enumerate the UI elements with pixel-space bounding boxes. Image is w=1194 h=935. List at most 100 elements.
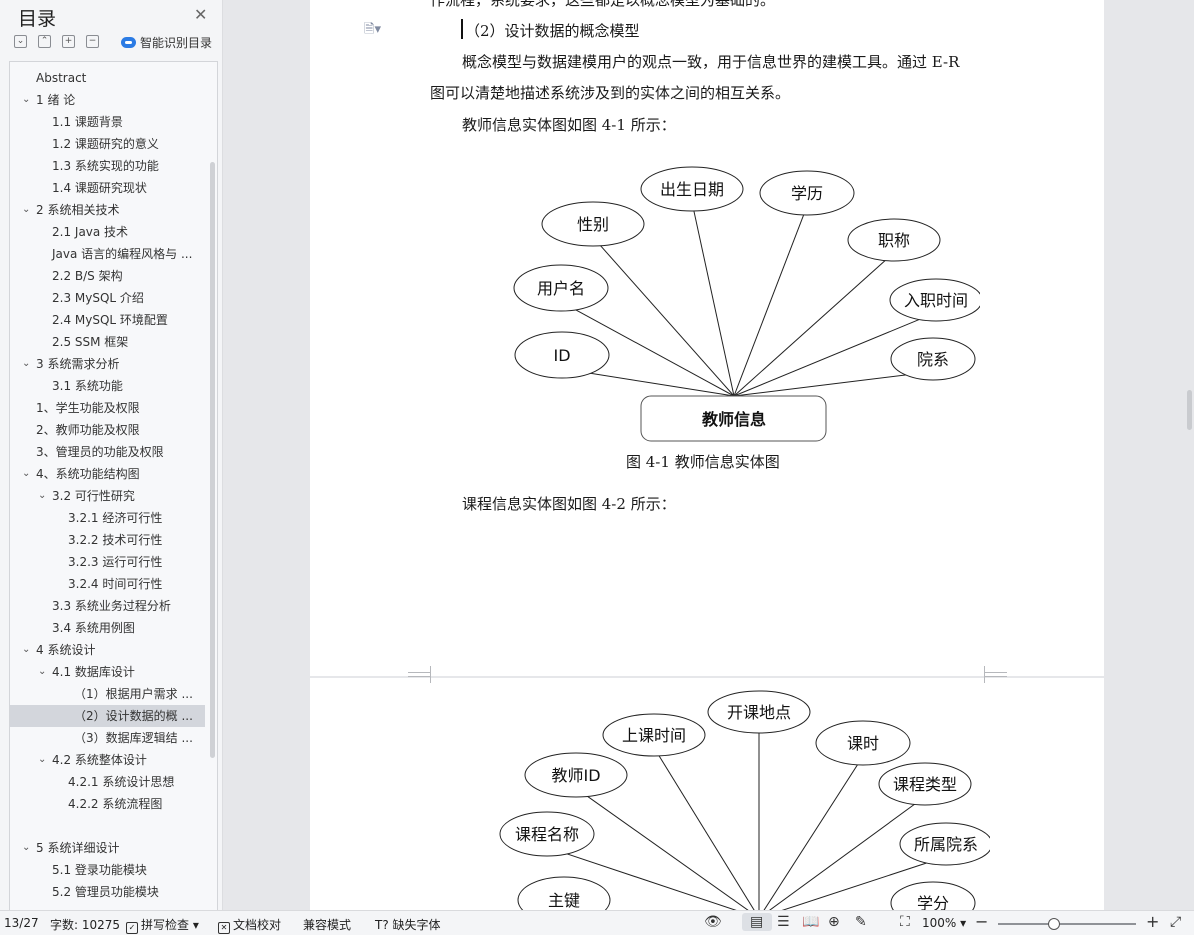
toc-item[interactable]: （2）设计数据的概 ... (10, 705, 205, 727)
remove-heading-icon[interactable]: − (86, 35, 99, 48)
fit-page-icon[interactable]: ⛶ (900, 914, 910, 930)
toc-item-label: 3.2 可行性研究 (52, 489, 135, 503)
pen-icon[interactable]: ✎ (855, 914, 867, 930)
toc-item-label: Java 语言的编程风格与 ... (52, 247, 193, 261)
zoom-select[interactable]: 100% ▾ (922, 916, 966, 930)
toc-item[interactable]: 2.3 MySQL 介绍 (10, 287, 205, 309)
chevron-down-icon[interactable]: ⌄ (38, 661, 46, 683)
toc-item-label: 2.4 MySQL 环境配置 (52, 313, 168, 327)
toc-item[interactable]: 2.1 Java 技术 (10, 221, 205, 243)
expand-all-icon[interactable]: ⌄ (14, 35, 27, 48)
attribute-label: 学历 (791, 184, 823, 203)
relation-line (763, 755, 864, 910)
text-cursor (461, 19, 463, 39)
zoom-slider-handle[interactable] (1048, 918, 1060, 930)
toc-item[interactable]: 3.1 系统功能 (10, 375, 205, 397)
toc-item[interactable]: 2、教师功能及权限 (10, 419, 205, 441)
toc-item-label: 2、教师功能及权限 (36, 423, 140, 437)
toc-item[interactable]: ⌄ 3.2 可行性研究 (10, 485, 205, 507)
crop-mark (984, 672, 1007, 683)
toc-item[interactable]: 5.1 登录功能模块 (10, 859, 205, 881)
toc-item[interactable]: 2.2 B/S 架构 (10, 265, 205, 287)
web-view-icon[interactable]: ⊕ (828, 914, 840, 930)
chevron-down-icon[interactable]: ⌄ (38, 485, 46, 507)
toc-item[interactable]: ⌄ 2 系统相关技术 (10, 199, 205, 221)
toc-item-label: （2）设计数据的概 ... (74, 709, 193, 723)
toc-item[interactable]: 3.2.3 运行可行性 (10, 551, 205, 573)
add-heading-icon[interactable]: + (62, 35, 75, 48)
toc-item[interactable]: 2.4 MySQL 环境配置 (10, 309, 205, 331)
read-mode-icon[interactable]: 📖 (802, 914, 819, 930)
attribute-label: ID (553, 346, 570, 365)
toc-item[interactable]: 3、管理员的功能及权限 (10, 441, 205, 463)
toc-item[interactable]: ⌄ 3 系统需求分析 (10, 353, 205, 375)
eye-icon[interactable]: 👁 (704, 914, 722, 930)
toc-item[interactable]: Java 语言的编程风格与 ... (10, 243, 205, 265)
spell-check-button[interactable]: ✓ 拼写检查 ▾ (126, 916, 199, 934)
toc-item-label: Abstract (36, 71, 87, 85)
page-indicator[interactable]: 13/27 (4, 916, 39, 930)
fullscreen-icon[interactable]: ⤢ (1170, 914, 1181, 930)
toc-item[interactable]: ⌄ 4、系统功能结构图 (10, 463, 205, 485)
attribute-label: 课程类型 (893, 775, 957, 794)
toc-item-label: 2.2 B/S 架构 (52, 269, 123, 283)
toc-item[interactable]: Abstract (10, 67, 205, 89)
toc-list: Abstract ⌄ 1 绪 论 1.1 课题背景 1.2 课题研究的意义 1.3 系统实… (9, 61, 218, 911)
attribute-label: 开课地点 (727, 703, 791, 722)
chevron-down-icon[interactable]: ⌄ (22, 463, 30, 485)
toc-item[interactable]: ⌄ 1 绪 论 (10, 89, 205, 111)
zoom-slider[interactable] (998, 918, 1136, 930)
document-scrollbar[interactable] (1187, 390, 1192, 430)
toc-item[interactable]: ⌄ 4.2 系统整体设计 (10, 749, 205, 771)
body-text: 课程信息实体图如图 4-2 所示： (462, 495, 676, 513)
toc-item[interactable]: （3）数据库逻辑结 ... (10, 727, 205, 749)
attribute-label: 学分 (917, 894, 949, 910)
toc-item-label: （3）数据库逻辑结 ... (74, 731, 193, 745)
toc-item[interactable]: 1.1 课题背景 (10, 111, 205, 133)
toc-item[interactable]: 5.2 管理员功能模块 (10, 881, 205, 903)
toc-item[interactable]: 1.4 课题研究现状 (10, 177, 205, 199)
zoom-in-icon[interactable]: + (1146, 912, 1159, 931)
toc-item-label: 3.2.4 时间可行性 (68, 577, 163, 591)
toc-item[interactable]: ⌄ 5 系统详细设计 (10, 837, 205, 859)
toc-item[interactable]: 2.5 SSM 框架 (10, 331, 205, 353)
entity-label: 教师信息 (702, 410, 766, 429)
toc-item[interactable]: 3.2.4 时间可行性 (10, 573, 205, 595)
toc-item-label: 5.2 管理员功能模块 (52, 885, 159, 899)
toc-item[interactable]: 1.3 系统实现的功能 (10, 155, 205, 177)
chevron-down-icon[interactable]: ⌄ (22, 89, 30, 111)
zoom-out-icon[interactable]: − (975, 912, 988, 931)
relation-line (691, 202, 735, 397)
outline-view-icon[interactable]: ☰ (777, 914, 790, 930)
toc-scrollbar[interactable] (210, 162, 215, 758)
paragraph-menu-icon[interactable]: 🗎▾ (364, 20, 381, 42)
toc-item[interactable]: 3.2.2 技术可行性 (10, 529, 205, 551)
chevron-down-icon[interactable]: ⌄ (22, 639, 30, 661)
toc-item[interactable]: 1.2 课题研究的意义 (10, 133, 205, 155)
missing-font-button[interactable]: T? 缺失字体 (375, 916, 441, 933)
toc-item[interactable]: 3.2.1 经济可行性 (10, 507, 205, 529)
chevron-down-icon[interactable]: ⌄ (22, 837, 30, 859)
toc-item[interactable] (10, 815, 205, 837)
toc-item[interactable]: ⌄ 4 系统设计 (10, 639, 205, 661)
toc-item[interactable]: 3.4 系统用例图 (10, 617, 205, 639)
close-icon[interactable]: ✕ (194, 5, 207, 24)
smart-toc-label: 智能识别目录 (140, 36, 213, 50)
toc-item-label: 1、学生功能及权限 (36, 401, 140, 415)
collapse-all-icon[interactable]: ⌃ (38, 35, 51, 48)
toc-item[interactable]: 3.3 系统业务过程分析 (10, 595, 205, 617)
smart-toc-button[interactable]: 智能识别目录 (121, 34, 212, 51)
compat-mode[interactable]: 兼容模式 (303, 916, 351, 933)
toc-item[interactable]: （1）根据用户需求 ... (10, 683, 205, 705)
chevron-down-icon[interactable]: ⌄ (22, 199, 30, 221)
word-count[interactable]: 字数: 10275 (50, 916, 120, 933)
toc-item[interactable]: ⌄ 4.1 数据库设计 (10, 661, 205, 683)
toc-item[interactable]: 4.2.2 系统流程图 (10, 793, 205, 815)
attribute-label: 所属院系 (914, 835, 978, 854)
chevron-down-icon[interactable]: ⌄ (38, 749, 46, 771)
toc-item[interactable]: 4.2.1 系统设计思想 (10, 771, 205, 793)
chevron-down-icon[interactable]: ⌄ (22, 353, 30, 375)
proofread-button[interactable]: ✕ 文档校对 (218, 916, 281, 934)
toc-item[interactable]: 1、学生功能及权限 (10, 397, 205, 419)
page-view-icon[interactable]: ▤ (750, 914, 763, 930)
